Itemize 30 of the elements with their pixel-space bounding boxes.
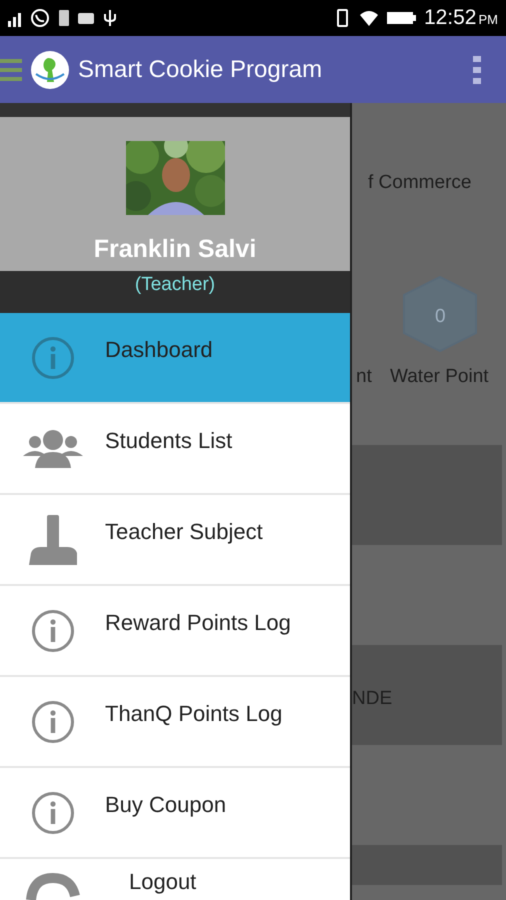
wifi-icon — [358, 9, 379, 27]
point-label: nt — [356, 365, 372, 389]
battery-saver-icon — [58, 8, 70, 28]
info-icon — [30, 608, 74, 652]
info-icon — [30, 700, 74, 744]
logout-icon — [24, 870, 80, 900]
menu-icon[interactable] — [0, 56, 22, 82]
point-count: 0 — [435, 305, 446, 329]
info-icon — [30, 790, 74, 834]
user-name: Franklin Salvi — [94, 234, 256, 265]
usb-icon — [102, 8, 118, 28]
overflow-menu-icon[interactable] — [472, 56, 482, 84]
heading-text: f Commerce — [368, 171, 472, 195]
menu-item[interactable]: Logout — [0, 859, 350, 900]
menu-item[interactable]: Students List — [0, 404, 350, 495]
chat-icon — [30, 8, 50, 28]
app-logo — [30, 50, 70, 90]
point-label: Water Point — [390, 365, 489, 389]
app-title: Smart Cookie Program — [78, 54, 322, 84]
message-icon — [78, 11, 94, 25]
info-icon — [30, 336, 74, 380]
clock: 12:52 PM — [424, 5, 498, 32]
people-icon — [22, 428, 82, 470]
menu-item[interactable]: Reward Points Log — [0, 586, 350, 677]
menu-item[interactable]: Buy Coupon — [0, 768, 350, 859]
menu-item[interactable]: Dashboard — [0, 313, 350, 404]
menu-item[interactable]: ThanQ Points Log — [0, 677, 350, 768]
user-role: (Teacher) — [134, 273, 216, 297]
menu-item[interactable]: Teacher Subject — [0, 495, 350, 586]
battery-icon — [386, 9, 416, 27]
